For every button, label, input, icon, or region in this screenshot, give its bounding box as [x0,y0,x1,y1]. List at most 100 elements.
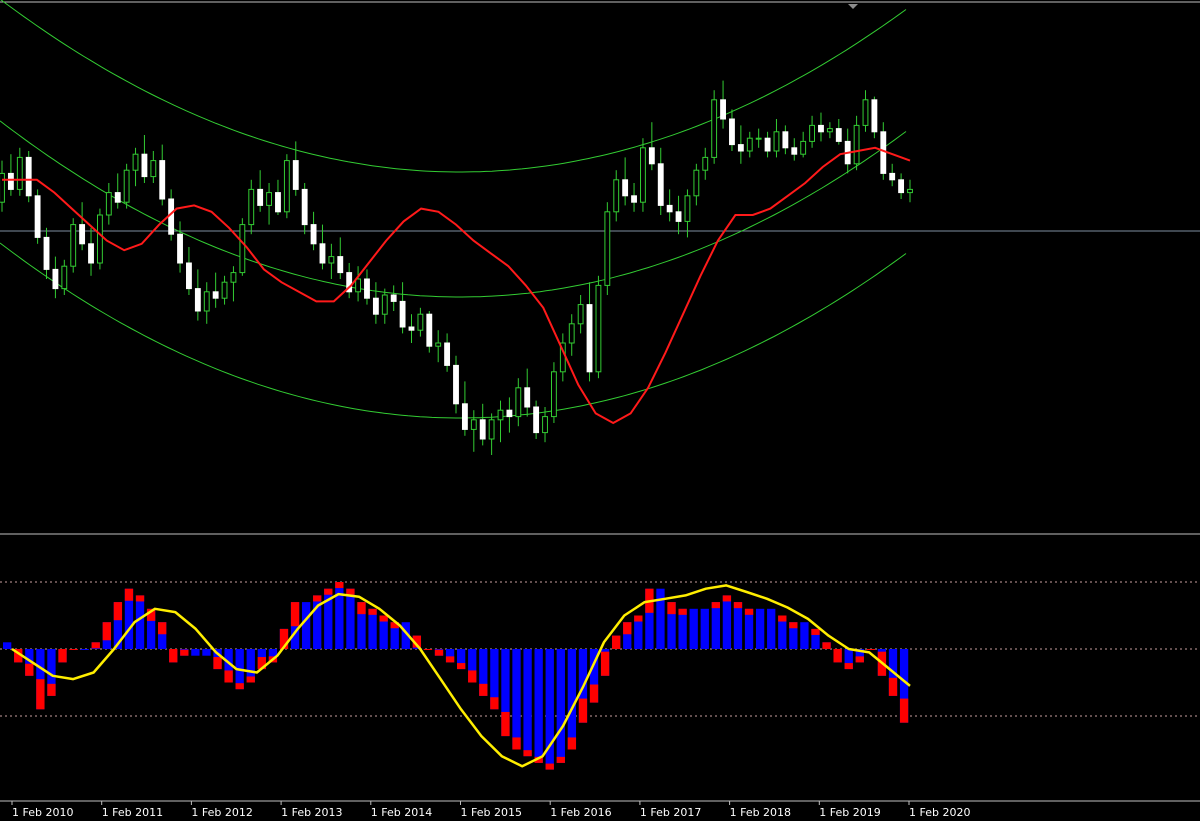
histogram-bar-tip [25,663,34,676]
histogram-bar-tip [357,602,366,615]
chart-canvas: 1 Feb 2010 1 Feb 2011 1 Feb 2012 1 Feb 2013… [0,0,1200,821]
histogram-bar [800,622,809,649]
histogram-bar-tip [235,683,244,690]
candle-body [506,409,513,418]
candle [123,163,130,209]
candle-body [800,140,807,155]
histogram-bar [866,649,876,650]
candle-body [114,192,121,203]
histogram-bar [490,649,499,710]
histogram-bar [445,649,455,663]
histogram-bar-tip [612,635,621,649]
histogram-bar [191,649,200,656]
histogram-bar [899,649,909,723]
histogram-bar-tip [113,602,123,621]
candle-body [470,419,477,430]
histogram-bar-body [346,588,355,649]
candle-body [746,137,753,152]
candle-body [212,291,219,299]
histogram-bar-tip [789,622,798,629]
candle-body [515,387,522,418]
histogram-bar-body [3,642,12,649]
histogram-bar [468,649,477,683]
candle-body [230,272,237,283]
candle-body [319,243,326,264]
candle-body [586,304,593,373]
candle-body [132,153,139,171]
histogram-bar-tip [445,656,455,663]
histogram-bar [733,602,743,649]
x-tick-label: 1 Feb 2014 [371,806,432,819]
histogram-bar-tip [899,698,909,723]
histogram-bar-tip [833,649,842,663]
candle-body [809,124,816,142]
candle-body [524,387,531,408]
histogram-bar-body [202,649,211,656]
candle-body [381,294,388,315]
candle-body [818,124,824,133]
histogram-bar-tip [623,622,632,635]
histogram-bar-tip [368,608,377,615]
candle [871,96,878,139]
candle [283,154,290,219]
candle-body [364,278,370,299]
histogram-bar-tip [722,595,732,602]
histogram-bar [124,588,134,649]
histogram-bar [634,615,643,649]
histogram-bar [656,588,665,649]
histogram-bar-body [301,602,311,649]
histogram-bar-tip [479,683,488,696]
x-tick-label: 1 Feb 2013 [281,806,342,819]
candle-body [61,265,68,290]
candle-body [657,163,664,206]
candle-body [266,192,272,206]
histogram-bar-body [191,649,200,656]
candle-body [622,179,629,197]
histogram-bar [368,608,377,649]
histogram-bar-tip [224,670,233,683]
histogram-bar [102,622,111,649]
histogram-bar-tip [634,615,643,622]
candle-body [390,294,397,302]
candle [550,362,557,423]
candle-body [568,323,575,344]
histogram-bar [36,649,45,710]
x-tick-label: 1 Feb 2019 [819,806,880,819]
histogram-bar [69,649,78,650]
candle-body [426,313,433,347]
x-tick-label: 1 Feb 2010 [12,806,73,819]
candle-body [533,406,540,434]
candle [25,151,32,203]
candle-body [194,288,201,312]
candle-body [604,211,611,286]
histogram-bar-tip [822,642,831,649]
candle-body [711,99,718,158]
histogram-bar-tip [811,628,820,635]
candle-body [283,160,290,213]
histogram-bar-body [523,649,532,757]
histogram-bar-tip [47,683,56,696]
histogram-bar [600,649,610,676]
histogram-bar-tip [744,608,754,615]
histogram-bar-body [567,649,577,750]
histogram-bar-tip [457,663,466,670]
histogram-bar [202,649,211,656]
histogram-bar-tip [335,582,344,589]
candle [239,218,246,276]
candle-body [613,179,620,213]
histogram-bar [146,608,156,649]
histogram-bar [534,649,543,763]
histogram-bar [689,608,698,649]
histogram-bar-body [80,649,89,650]
histogram-bar-tip [423,649,433,650]
histogram-bar [722,595,732,649]
candle-body [702,156,709,171]
candle-body [159,160,166,200]
histogram-bar [645,588,654,649]
histogram-bar [700,608,709,649]
candle-body [203,291,210,312]
candle-body [640,147,646,203]
histogram-bar [169,649,178,663]
histogram-bar [180,649,189,656]
candle-body [52,268,59,290]
